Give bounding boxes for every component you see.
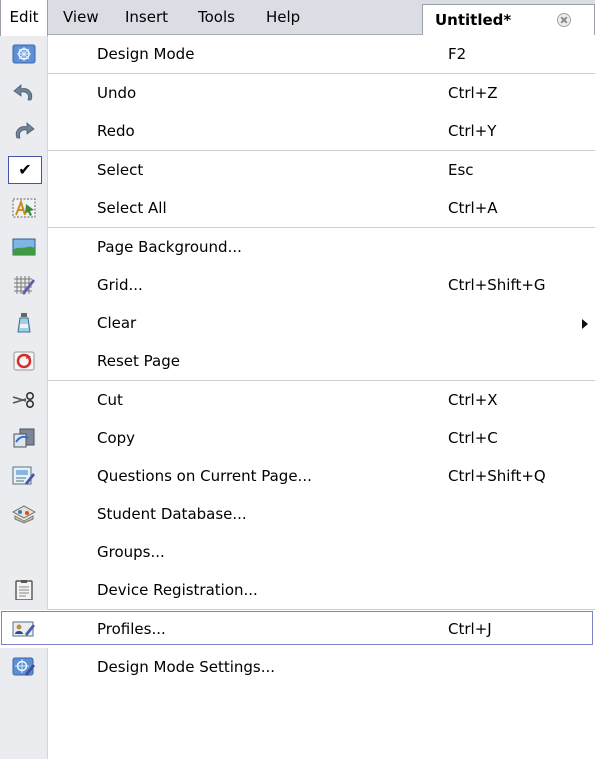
menu-item-questions-on-current-page[interactable]: Questions on Current Page... Ctrl+Shift+… [0,457,595,495]
student-database-icon [11,504,37,524]
redo-icon [12,121,36,141]
clear-icon [12,313,36,333]
menu-item-label: Select All [97,199,167,217]
menu-item-design-mode-settings[interactable]: Design Mode Settings... [0,648,595,686]
menu-item-grid[interactable]: Grid... Ctrl+Shift+G [0,266,595,304]
menu-item-undo[interactable]: Undo Ctrl+Z [0,74,595,112]
menu-item-shortcut: Ctrl+X [448,391,498,409]
menu-item-label: Clear [97,314,137,332]
document-tab-title: Untitled* [435,11,512,29]
menu-item-label: Device Registration... [97,581,258,599]
copy-icon [12,428,36,448]
check-icon: ✔ [8,156,42,184]
menu-item-student-database[interactable]: Student Database... [0,495,595,533]
menu-item-copy[interactable]: Copy Ctrl+C [0,419,595,457]
menu-bar: Edit View Insert Tools Help Untitled* [0,0,595,36]
menu-item-shortcut: Ctrl+A [448,199,498,217]
menu-item-label: Questions on Current Page... [97,467,312,485]
menu-item-redo[interactable]: Redo Ctrl+Y [0,112,595,150]
menu-edit[interactable]: Edit [0,0,48,36]
document-tab[interactable]: Untitled* [422,4,595,35]
design-mode-icon [12,44,36,64]
menu-item-page-background[interactable]: Page Background... [0,228,595,266]
menu-item-label: Page Background... [97,238,242,256]
menu-item-label: Design Mode [97,45,195,63]
menu-item-device-registration[interactable]: Device Registration... [0,571,595,609]
menu-item-select-all[interactable]: Select All Ctrl+A [0,189,595,227]
submenu-arrow-icon [582,319,588,329]
grid-icon [12,275,36,295]
menu-item-label: Undo [97,84,137,102]
profiles-icon [12,619,36,639]
questions-icon [12,466,36,486]
menu-tools[interactable]: Tools [198,0,235,34]
menu-item-label: Cut [97,391,123,409]
menu-item-select[interactable]: ✔ Select Esc [0,151,595,189]
menu-item-shortcut: Ctrl+C [448,429,498,447]
menu-item-label: Profiles... [97,620,166,638]
menu-help[interactable]: Help [266,0,300,34]
device-registration-icon [12,580,36,601]
hover-highlight [1,611,593,645]
reset-page-icon [12,351,36,371]
menu-item-profiles[interactable]: Profiles... Ctrl+J [0,610,595,648]
menu-item-label: Redo [97,122,135,140]
menu-item-cut[interactable]: Cut Ctrl+X [0,381,595,419]
menu-item-label: Grid... [97,276,143,294]
menu-item-label: Copy [97,429,136,447]
page-background-icon [12,237,36,257]
menu-item-label: Reset Page [97,352,180,370]
menu-item-design-mode[interactable]: Design Mode F2 [0,35,595,73]
menu-item-groups[interactable]: Groups... [0,533,595,571]
menu-view[interactable]: View [63,0,99,34]
menu-item-shortcut: Ctrl+Shift+Q [448,467,546,485]
menu-item-shortcut: Esc [448,161,474,179]
menu-item-shortcut: Ctrl+Y [448,122,497,140]
close-tab-icon[interactable] [557,13,571,27]
menu-item-shortcut: Ctrl+J [448,620,492,638]
menu-insert[interactable]: Insert [125,0,168,34]
menu-item-label: Student Database... [97,505,247,523]
edit-menu-dropdown: Design Mode F2 Undo Ctrl+Z Redo Ctrl+Y ✔… [0,35,595,759]
menu-item-label: Design Mode Settings... [97,658,276,676]
menu-item-shortcut: F2 [448,45,467,63]
menu-item-reset-page[interactable]: Reset Page [0,342,595,380]
menu-item-label: Select [97,161,144,179]
menu-item-label: Groups... [97,543,165,561]
cut-icon [12,390,36,410]
select-all-icon [12,198,36,218]
undo-icon [12,83,36,103]
menu-item-shortcut: Ctrl+Z [448,84,498,102]
menu-item-clear[interactable]: Clear [0,304,595,342]
design-mode-settings-icon [12,657,36,677]
menu-item-shortcut: Ctrl+Shift+G [448,276,546,294]
